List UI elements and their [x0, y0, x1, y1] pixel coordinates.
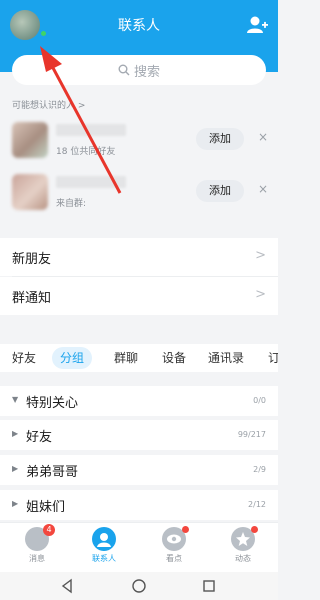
new-friends-label: 新朋友 [12, 252, 52, 267]
suggestion-name [56, 176, 126, 188]
search-input[interactable]: 搜索 [12, 55, 266, 85]
suggestions-title[interactable]: 可能想认识的人 > [12, 98, 85, 111]
suggestion-row[interactable]: 18 位共同好友 添加 × [0, 118, 278, 164]
group-notices-row[interactable]: 群通知 > [0, 277, 278, 315]
group-count: 2/9 [253, 465, 266, 474]
suggestion-subtitle: 来自群: [56, 199, 87, 209]
search-icon [118, 64, 130, 76]
nav-moments[interactable]: 动态 [213, 526, 273, 564]
tab-address-book[interactable]: 通讯录 [208, 347, 244, 369]
search-area: 搜索 [0, 50, 278, 92]
group-name: 姐妹们 [26, 500, 66, 515]
group-count: 99/217 [237, 430, 266, 439]
notification-dot [182, 526, 189, 533]
nav-messages[interactable]: 4 消息 [7, 524, 67, 564]
bottom-nav: 4 消息 联系人 看点 动态 [0, 522, 278, 572]
message-icon: 4 [25, 524, 55, 551]
nav-label: 联系人 [92, 554, 116, 563]
header-bar: 联系人 [0, 0, 278, 50]
recents-icon[interactable] [202, 578, 216, 594]
group-name: 好友 [26, 430, 53, 445]
suggestion-row[interactable]: 来自群: 添加 × [0, 170, 278, 216]
tab-devices[interactable]: 设备 [162, 347, 186, 369]
group-row[interactable]: ▶ 姐妹们 2/12 [0, 490, 278, 520]
nav-label: 看点 [166, 554, 182, 563]
eye-icon [162, 526, 189, 551]
tab-groups[interactable]: 分组 [52, 347, 93, 369]
back-icon[interactable] [60, 578, 74, 594]
suggestion-name [56, 124, 126, 136]
suggestion-avatar[interactable] [12, 122, 48, 158]
group-row[interactable]: ▶ 弟弟哥哥 2/9 [0, 455, 278, 485]
nav-discover[interactable]: 看点 [144, 526, 204, 564]
search-placeholder: 搜索 [133, 64, 160, 80]
page-title: 联系人 [118, 18, 160, 34]
group-name: 弟弟哥哥 [26, 465, 79, 480]
chevron-right-icon: > [255, 248, 266, 263]
dismiss-icon[interactable]: × [258, 130, 268, 144]
caret-right-icon: ▶ [12, 499, 19, 508]
suggestion-subtitle: 18 位共同好友 [56, 147, 116, 157]
group-notices-label: 群通知 [12, 291, 52, 306]
nav-label: 消息 [29, 554, 45, 563]
tab-subscriptions[interactable]: 订 [268, 347, 278, 369]
group-count: 2/12 [248, 500, 266, 509]
chevron-right-icon: > [255, 287, 266, 302]
new-friends-row[interactable]: 新朋友 > [0, 238, 278, 276]
nav-contacts[interactable]: 联系人 [74, 527, 134, 564]
contact-tabs: 好友 分组 群聊 设备 通讯录 订 [0, 344, 278, 372]
system-nav-bar [0, 572, 278, 600]
tab-group-chats[interactable]: 群聊 [114, 347, 138, 369]
group-row[interactable]: ▶ 好友 99/217 [0, 420, 278, 450]
notification-dot [251, 526, 258, 533]
contacts-icon [92, 527, 116, 551]
group-count: 0/0 [253, 396, 266, 405]
add-friend-button[interactable]: 添加 [196, 180, 244, 202]
add-contact-icon[interactable] [244, 12, 270, 38]
tab-friends[interactable]: 好友 [12, 347, 36, 369]
suggestion-avatar[interactable] [12, 174, 48, 210]
add-friend-button[interactable]: 添加 [196, 128, 244, 150]
caret-right-icon: ▶ [12, 464, 19, 473]
caret-down-icon: ▼ [12, 395, 19, 404]
star-icon [231, 526, 258, 551]
unread-badge: 4 [43, 524, 55, 536]
nav-label: 动态 [235, 554, 251, 563]
group-name: 特别关心 [26, 396, 79, 411]
home-icon[interactable] [131, 578, 147, 594]
caret-right-icon: ▶ [12, 429, 19, 438]
group-row[interactable]: ▼ 特别关心 0/0 [0, 386, 278, 416]
dismiss-icon[interactable]: × [258, 182, 268, 196]
